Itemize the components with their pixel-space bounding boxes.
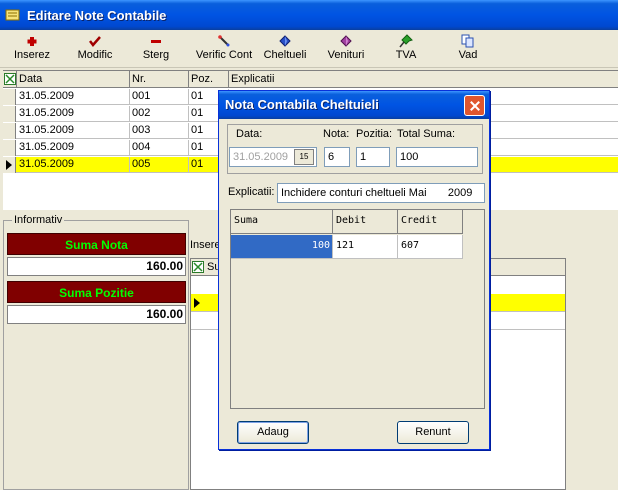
pozitia-label: Pozitia: (356, 128, 393, 140)
add-button[interactable]: Adaug (237, 421, 309, 444)
nota-field[interactable]: 6 (324, 147, 350, 167)
nota-label: Nota: (323, 128, 350, 140)
suma-nota-label: Suma Nota (7, 233, 186, 255)
row-pointer-icon (194, 298, 200, 308)
suma-pozitie-value: 160.00 (7, 305, 186, 324)
cell-nr: 003 (130, 123, 189, 139)
row-indicator (3, 140, 16, 156)
column-header-debit[interactable]: Debit (333, 210, 398, 234)
insert-label: Inserez (13, 49, 51, 61)
cancel-button[interactable]: Renunt (397, 421, 469, 444)
dialog-title: Nota Contabila Cheltuieli (219, 91, 489, 119)
info-panel: Informativ Suma Nota 160.00 Suma Pozitie… (3, 214, 189, 490)
toolbar: Inserez Modific Sterg Verific Cont Chelt… (0, 30, 618, 68)
column-header-suma[interactable]: Suma (231, 210, 333, 234)
calendar-icon[interactable]: 15 (294, 149, 314, 165)
positions-label: Insere (190, 239, 221, 251)
vat-label: TVA (395, 49, 417, 61)
row-indicator (3, 123, 16, 139)
window-title: Editare Note Contabile (27, 7, 167, 23)
column-header-nr[interactable]: Nr. (130, 71, 189, 88)
documents-icon (461, 34, 474, 48)
column-header-explicatii[interactable]: Explicatii (229, 71, 618, 88)
row-indicator-current (3, 157, 16, 173)
info-panel-legend: Informativ (12, 214, 65, 226)
cell-nr: 002 (130, 106, 189, 122)
column-header-data[interactable]: Data (17, 71, 130, 88)
cell-suma[interactable]: 100 (231, 235, 333, 259)
plus-icon (27, 37, 37, 46)
expenses-label: Cheltueli (263, 49, 307, 61)
cell-nr: 005 (130, 157, 189, 173)
vat-button[interactable]: TVA (391, 32, 421, 66)
notes-grid-header: Data Nr. Poz. Explicatii (3, 71, 618, 88)
close-icon[interactable] (464, 95, 485, 116)
cell-credit[interactable]: 607 (398, 235, 463, 259)
cell-data: 31.05.2009 (17, 140, 130, 156)
magic-wand-icon (218, 35, 230, 47)
total-suma-field[interactable]: 100 (396, 147, 478, 167)
delete-label: Sterg (142, 49, 170, 61)
cell-nr: 004 (130, 140, 189, 156)
cell-data: 31.05.2009 (17, 157, 130, 173)
notes-app-icon (5, 9, 20, 21)
entries-grid[interactable]: Suma Debit Credit 100 121 607 (230, 209, 485, 409)
pushpin-icon (399, 34, 413, 48)
verify-account-label: Verific Cont (195, 49, 253, 61)
column-header-poz[interactable]: Poz. (189, 71, 229, 88)
cell-data: 31.05.2009 (17, 89, 130, 105)
expenses-button[interactable]: Cheltueli (262, 32, 308, 66)
verify-account-button[interactable]: Verific Cont (194, 32, 254, 66)
cell-data: 31.05.2009 (17, 123, 130, 139)
row-indicator (3, 106, 16, 122)
cell-data: 31.05.2009 (17, 106, 130, 122)
modify-button[interactable]: Modific (72, 32, 118, 66)
view-label: Vad (458, 49, 478, 61)
suma-pozitie-label: Suma Pozitie (7, 281, 186, 303)
pozitia-field[interactable]: 1 (356, 147, 390, 167)
row-indicator (3, 89, 16, 105)
income-button[interactable]: Venituri (323, 32, 369, 66)
modify-label: Modific (77, 49, 113, 61)
cell-nr: 001 (130, 89, 189, 105)
grid-select-all-icon (4, 73, 16, 85)
suma-nota-value: 160.00 (7, 257, 186, 276)
cell-debit[interactable]: 121 (333, 235, 398, 259)
row-pointer-icon (6, 160, 12, 170)
delete-button[interactable]: Sterg (138, 32, 174, 66)
window-titlebar: Editare Note Contabile (0, 0, 618, 30)
income-label: Venituri (327, 49, 365, 61)
column-header-credit[interactable]: Credit (398, 210, 463, 234)
insert-button[interactable]: Inserez (10, 32, 54, 66)
explicatii-label: Explicatii: (228, 186, 275, 198)
view-button[interactable]: Vad (453, 32, 483, 66)
grid-select-all-icon (192, 261, 204, 273)
grid-corner (3, 71, 17, 88)
blue-gem-icon (279, 35, 291, 47)
data-label: Data: (236, 128, 263, 140)
total-suma-label: Total Suma: (397, 128, 456, 140)
nota-contabila-dialog: Nota Contabila Cheltuieli Data: Nota: Po… (218, 90, 490, 450)
purple-gem-icon (340, 35, 352, 47)
checkmark-icon (89, 36, 101, 47)
explicatii-field[interactable]: Inchidere conturi cheltueli Mai 2009 (277, 183, 485, 203)
minus-icon (151, 40, 161, 43)
